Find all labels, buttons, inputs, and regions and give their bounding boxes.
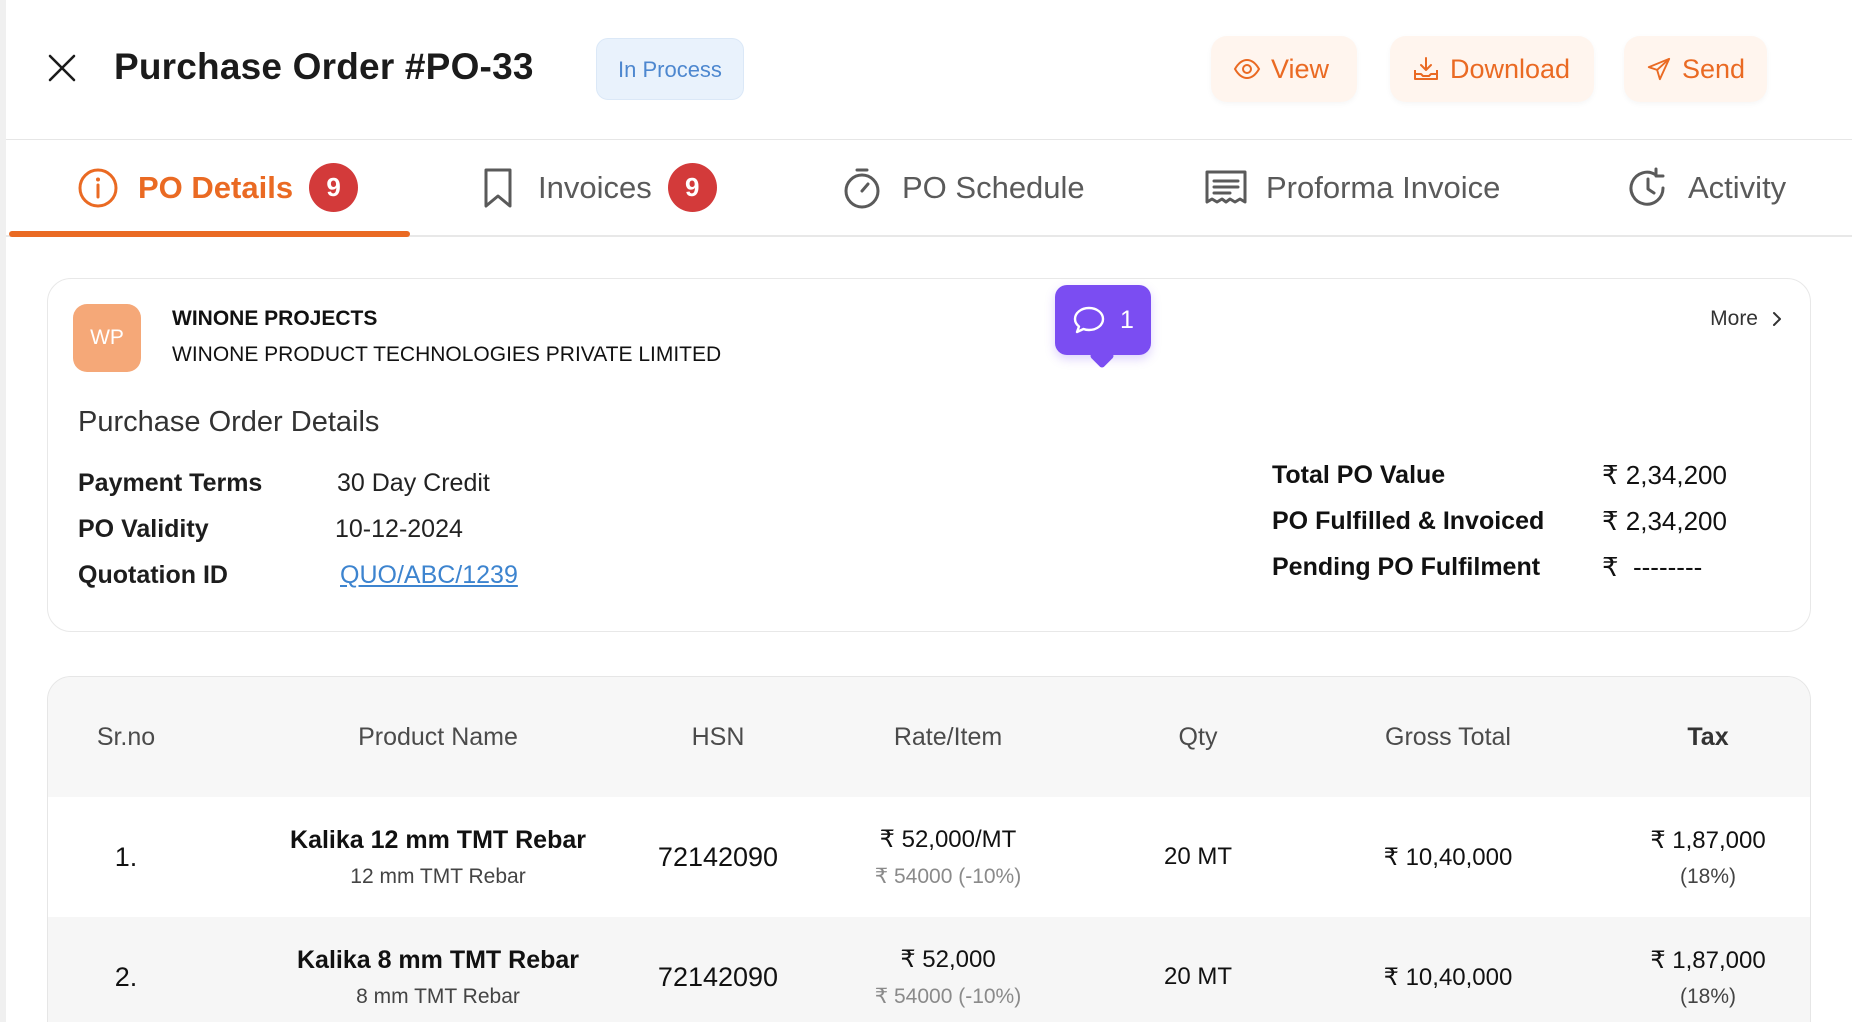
- row-rate-original: ₹ 54000 (-10%): [874, 985, 1022, 1008]
- payment-terms-label: Payment Terms: [78, 469, 263, 497]
- table-header: Sr.no Product Name HSN Rate/Item Qty Gro…: [48, 677, 1810, 797]
- row-tax-rate: (18%): [1679, 864, 1737, 888]
- row-product-sub: 12 mm TMT Rebar: [350, 864, 526, 888]
- tab-po-schedule[interactable]: PO Schedule: [840, 140, 1085, 235]
- download-icon: [1414, 57, 1438, 80]
- col-header-tax: Tax: [1687, 723, 1729, 751]
- more-label: More: [1710, 307, 1758, 330]
- status-badge: In Process: [596, 38, 744, 100]
- row-tax: ₹ 1,87,000: [1650, 826, 1766, 854]
- row-product-sub: 8 mm TMT Rebar: [356, 984, 520, 1008]
- chevron-right-icon: [1773, 312, 1781, 326]
- bookmark-icon: [484, 168, 512, 207]
- tab-invoices[interactable]: Invoices 9: [476, 140, 717, 235]
- row-product-name: Kalika 8 mm TMT Rebar: [296, 945, 580, 974]
- row-gross-total: ₹ 10,40,000: [1383, 843, 1513, 871]
- col-header-qty: Qty: [1178, 723, 1218, 751]
- page-header: Purchase Order #PO-33 In Process View Do…: [6, 0, 1852, 140]
- page-title: Purchase Order #PO-33: [114, 46, 534, 87]
- invoices-count-badge: 9: [667, 163, 717, 212]
- tab-po-schedule-label: PO Schedule: [902, 169, 1085, 205]
- tab-activity[interactable]: Activity: [1626, 140, 1786, 235]
- tab-po-details-label: PO Details: [138, 169, 294, 205]
- row-product-name: Kalika 12 mm TMT Rebar: [290, 825, 586, 854]
- total-po-value: ₹ 2,34,200: [1602, 460, 1727, 490]
- row-srno: 2.: [114, 961, 138, 992]
- more-button[interactable]: More: [1710, 307, 1786, 331]
- po-details-count-badge: 9: [309, 163, 359, 212]
- po-fulfilled-label: PO Fulfilled & Invoiced: [1272, 507, 1545, 535]
- vendor-avatar: WP: [73, 304, 141, 372]
- row-tax: ₹ 1,87,000: [1650, 946, 1766, 974]
- po-details-title: Purchase Order Details: [78, 406, 380, 438]
- close-button[interactable]: [44, 50, 80, 86]
- col-header-gross-total: Gross Total: [1385, 723, 1511, 751]
- tab-po-details[interactable]: PO Details 9: [9, 140, 410, 237]
- col-header-product-name: Product Name: [358, 723, 518, 751]
- tab-proforma-invoice[interactable]: Proforma Invoice: [1204, 140, 1500, 235]
- close-icon: [48, 54, 76, 82]
- col-header-hsn: HSN: [691, 723, 745, 751]
- po-validity-value: 10-12-2024: [335, 515, 463, 543]
- col-header-srno: Sr.no: [96, 723, 156, 751]
- pending-fulfilment-label: Pending PO Fulfilment: [1272, 553, 1541, 581]
- receipt-icon: [1205, 170, 1247, 203]
- row-qty: 20 MT: [1163, 843, 1232, 870]
- row-rate: ₹ 52,000/MT: [879, 826, 1017, 853]
- download-button[interactable]: Download: [1390, 36, 1594, 102]
- po-details-card: WP WINONE PROJECTS WINONE PRODUCT TECHNO…: [47, 278, 1811, 632]
- po-validity-label: PO Validity: [78, 515, 209, 543]
- col-header-rate: Rate/Item: [893, 723, 1003, 751]
- tab-activity-label: Activity: [1688, 169, 1787, 205]
- send-button[interactable]: Send: [1624, 36, 1767, 102]
- row-gross-total: ₹ 10,40,000: [1383, 963, 1513, 991]
- stopwatch-icon: [844, 168, 880, 208]
- comment-count: 1: [1120, 305, 1134, 334]
- send-button-label: Send: [1681, 53, 1745, 84]
- products-table: Sr.no Product Name HSN Rate/Item Qty Gro…: [47, 676, 1811, 1022]
- comments-button[interactable]: 1: [1055, 285, 1151, 355]
- view-button[interactable]: View: [1211, 36, 1357, 102]
- tab-bar: PO Details 9 Invoices 9 PO Schedule Prof…: [6, 140, 1852, 237]
- payment-terms-value: 30 Day Credit: [337, 469, 490, 497]
- quotation-id-label: Quotation ID: [78, 561, 228, 589]
- row-hsn: 72142090: [657, 961, 779, 992]
- eye-icon: [1233, 58, 1261, 80]
- quotation-id-link[interactable]: QUO/ABC/1239: [340, 561, 518, 590]
- table-row[interactable]: 1. Kalika 12 mm TMT Rebar 12 mm TMT Reba…: [48, 797, 1810, 917]
- row-rate-original: ₹ 54000 (-10%): [874, 865, 1022, 888]
- total-po-value-label: Total PO Value: [1272, 461, 1446, 489]
- info-icon: [78, 168, 118, 207]
- chat-bubble-icon: [1073, 306, 1105, 334]
- vendor-name: WINONE PROJECTS: [172, 307, 378, 330]
- download-button-label: Download: [1450, 53, 1571, 84]
- send-icon: [1647, 57, 1671, 81]
- row-srno: 1.: [114, 841, 138, 872]
- pending-fulfilment-value: ₹ --------: [1602, 552, 1703, 582]
- active-tab-indicator: [9, 231, 410, 237]
- history-icon: [1629, 167, 1665, 206]
- vendor-legal-name: WINONE PRODUCT TECHNOLOGIES PRIVATE LIMI…: [172, 343, 722, 366]
- row-rate: ₹ 52,000: [900, 946, 996, 973]
- row-qty: 20 MT: [1163, 963, 1232, 990]
- row-hsn: 72142090: [657, 841, 779, 872]
- row-tax-rate: (18%): [1679, 984, 1737, 1008]
- view-button-label: View: [1271, 53, 1330, 84]
- table-row[interactable]: 2. Kalika 8 mm TMT Rebar 8 mm TMT Rebar …: [48, 917, 1810, 1022]
- tab-proforma-invoice-label: Proforma Invoice: [1266, 169, 1501, 205]
- tab-invoices-label: Invoices: [538, 169, 652, 205]
- po-fulfilled-value: ₹ 2,34,200: [1602, 506, 1727, 536]
